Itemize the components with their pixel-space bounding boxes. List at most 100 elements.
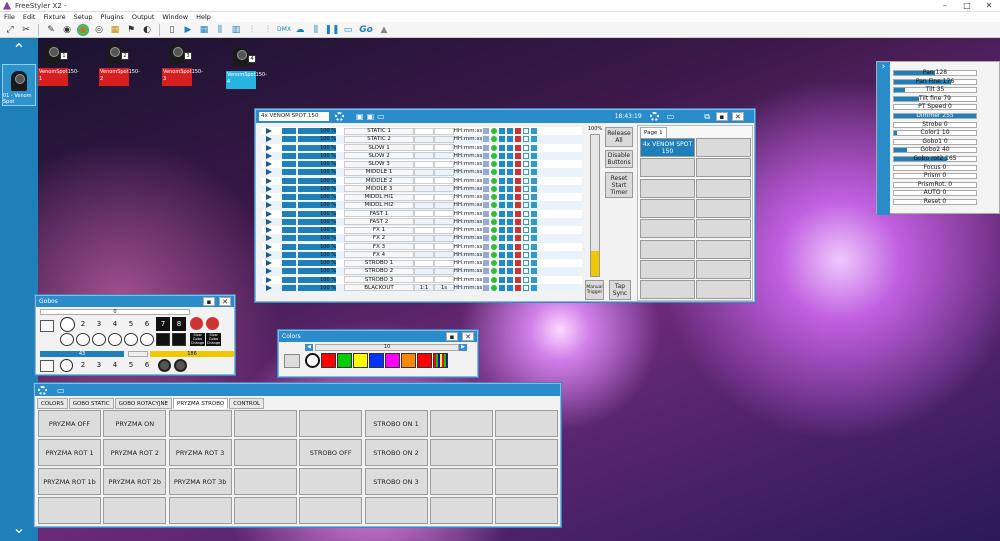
scene-field-a[interactable]	[414, 127, 434, 135]
scene-field-a[interactable]	[414, 152, 434, 160]
signal-icon[interactable]	[531, 260, 537, 267]
scene-field-a[interactable]	[414, 144, 434, 152]
forward-icon[interactable]	[507, 227, 513, 234]
channel-row[interactable]: Focus 0	[877, 164, 1000, 172]
scene-level-fader[interactable]: 100 %	[298, 202, 336, 209]
scene-field-a[interactable]	[414, 218, 434, 226]
scene-field-b[interactable]	[434, 267, 454, 275]
slow-gobo-change2-button[interactable]: Slow Gobo Change	[206, 333, 221, 346]
grid-icon[interactable]: ▦	[198, 24, 210, 36]
scene-field-b[interactable]	[434, 201, 454, 209]
signal-icon[interactable]	[531, 276, 537, 283]
page-button-empty[interactable]	[696, 138, 751, 157]
scene-time[interactable]: HH:mm:ss	[454, 128, 482, 135]
preset-button[interactable]	[38, 497, 101, 524]
preset-button[interactable]: PRYZMA ROT 2b	[103, 468, 167, 495]
scene-level-fader[interactable]: 100 %	[298, 128, 336, 135]
scene-level-fader[interactable]: 100 %	[298, 276, 336, 283]
edit-icon[interactable]	[523, 202, 529, 209]
edit-icon[interactable]	[523, 128, 529, 135]
arrow-right-icon[interactable]	[499, 136, 505, 143]
tab-preset-3[interactable]: PRYZMA STROBO	[173, 398, 229, 409]
scene-field-b[interactable]	[434, 185, 454, 193]
refresh-icon[interactable]	[491, 194, 497, 201]
scene-name[interactable]: MIDDLE 3	[344, 185, 414, 193]
signal-icon[interactable]	[531, 251, 537, 258]
master-fader[interactable]: 100%	[586, 126, 604, 278]
preset-button[interactable]	[233, 468, 297, 495]
dmx-icon[interactable]: DMX	[277, 24, 291, 36]
signal-icon[interactable]	[531, 202, 537, 209]
play-icon[interactable]	[266, 251, 272, 258]
loop-icon[interactable]	[483, 276, 489, 283]
loop-icon[interactable]	[483, 177, 489, 184]
settings-gear-icon[interactable]	[335, 112, 344, 121]
signal-icon[interactable]	[531, 210, 537, 217]
faders-icon[interactable]: ⫼	[310, 24, 322, 36]
delete-icon[interactable]	[515, 202, 521, 209]
scene-name[interactable]: FX 3	[344, 243, 414, 251]
scene-name[interactable]: STROBO 3	[344, 276, 414, 284]
loop-icon[interactable]	[483, 169, 489, 176]
refresh-icon[interactable]	[491, 235, 497, 242]
scene-level-fader[interactable]: 100 %	[298, 136, 336, 143]
color-current-swatch[interactable]	[284, 354, 300, 368]
scene-level-fader[interactable]: 100 %	[298, 260, 336, 267]
preset-button[interactable]: PRYZMA ROT 1b	[38, 468, 101, 495]
play-icon[interactable]	[266, 210, 272, 217]
play-icon[interactable]	[266, 128, 272, 135]
color-swatch[interactable]	[401, 353, 416, 368]
signal-icon[interactable]	[531, 152, 537, 159]
delete-icon[interactable]	[515, 185, 521, 192]
scene-name[interactable]: STROBO 1	[344, 259, 414, 267]
scene-level-fader[interactable]: 100 %	[298, 235, 336, 242]
channel-row[interactable]: Tilt fine 79	[877, 95, 1000, 103]
color-swatch[interactable]	[369, 353, 384, 368]
loop-icon[interactable]	[483, 227, 489, 234]
scene-field-a[interactable]	[414, 135, 434, 143]
scene-time[interactable]: HH:mm:ss	[454, 136, 482, 143]
gobo-shake2-icon[interactable]	[206, 317, 219, 330]
preset-button[interactable]: STROBO ON 3	[364, 468, 428, 495]
page-button-fixture[interactable]: 4x VENOM SPOT 150	[640, 138, 695, 157]
color-prev-button[interactable]: ◀	[305, 344, 313, 351]
loop-icon[interactable]	[483, 243, 489, 250]
close-window-button[interactable]: ✕	[219, 297, 231, 306]
page-button-empty[interactable]	[640, 178, 695, 198]
preset-button[interactable]: PRYZMA ON	[103, 410, 167, 437]
scene-time[interactable]: HH:mm:ss	[454, 227, 482, 234]
fixture-1[interactable]: 1 VenomSpot150-1	[38, 42, 79, 86]
loop-icon[interactable]	[483, 210, 489, 217]
edit-icon[interactable]	[523, 161, 529, 168]
forward-icon[interactable]	[507, 202, 513, 209]
play-icon[interactable]	[266, 152, 272, 159]
edit-icon[interactable]	[523, 177, 529, 184]
refresh-icon[interactable]	[491, 169, 497, 176]
gobo2-number[interactable]: 2	[76, 359, 90, 372]
scene-name[interactable]: MIDDLE 2	[344, 177, 414, 185]
color-swatch[interactable]	[417, 353, 432, 368]
gobo-rotate-left-icon[interactable]	[158, 359, 171, 372]
scene-level-fader[interactable]: 100 %	[298, 169, 336, 176]
preset-button[interactable]	[429, 410, 493, 437]
arrow-right-icon[interactable]	[499, 128, 505, 135]
page-button-empty[interactable]	[696, 198, 751, 218]
scroll-down-icon[interactable]: ⌄	[0, 516, 38, 538]
globe-icon[interactable]: ◎	[93, 24, 105, 36]
release-all-button[interactable]: Release All	[605, 127, 633, 147]
signal-icon[interactable]	[531, 128, 537, 135]
scene-field-a[interactable]	[414, 168, 434, 176]
fixture-4[interactable]: 4 VenomSpot150-4	[226, 45, 267, 89]
refresh-icon[interactable]	[491, 284, 497, 291]
menu-help[interactable]: Help	[192, 13, 215, 21]
scene-level-fader[interactable]: 100 %	[298, 177, 336, 184]
go-button[interactable]: Go	[358, 24, 374, 36]
delete-icon[interactable]	[515, 243, 521, 250]
scene-field-a[interactable]	[414, 177, 434, 185]
gobo-pattern-icon[interactable]	[124, 333, 138, 346]
scene-level-fader[interactable]: 100 %	[298, 268, 336, 275]
scene-field-b[interactable]	[434, 193, 454, 201]
fixtures-icon[interactable]: ▦	[109, 24, 121, 36]
refresh-icon[interactable]	[491, 260, 497, 267]
loop-icon[interactable]	[483, 128, 489, 135]
